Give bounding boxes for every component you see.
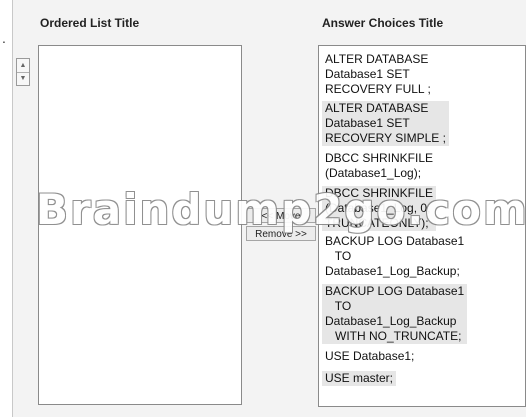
ordered-list-title: Ordered List Title xyxy=(40,16,140,30)
move-button[interactable]: << Move xyxy=(246,208,316,223)
answer-choices-box: ALTER DATABASE Database1 SET RECOVERY FU… xyxy=(318,45,526,407)
page-marker: . xyxy=(2,30,6,46)
answer-choices-title: Answer Choices Title xyxy=(322,16,444,30)
list-item[interactable]: USE master; xyxy=(322,371,397,386)
arrow-up-icon[interactable]: ▲ xyxy=(17,59,29,73)
list-item[interactable]: ALTER DATABASE Database1 SET RECOVERY FU… xyxy=(322,52,434,97)
reorder-spinner[interactable]: ▲ ▼ xyxy=(16,58,30,86)
list-item[interactable]: DBCC SHRINKFILE (Database1_Log, 0, TRUNC… xyxy=(322,186,437,231)
list-item[interactable]: DBCC SHRINKFILE (Database1_Log); xyxy=(322,151,436,181)
ordered-list-box[interactable] xyxy=(38,45,242,405)
list-item[interactable]: USE Database1; xyxy=(322,349,417,364)
list-item[interactable]: ALTER DATABASE Database1 SET RECOVERY SI… xyxy=(322,101,449,146)
list-item[interactable]: BACKUP LOG Database1 TO Database1_Log_Ba… xyxy=(322,234,467,279)
remove-button[interactable]: Remove >> xyxy=(246,226,316,241)
arrow-down-icon[interactable]: ▼ xyxy=(17,72,29,85)
list-item[interactable]: BACKUP LOG Database1 TO Database1_Log_Ba… xyxy=(322,284,468,344)
